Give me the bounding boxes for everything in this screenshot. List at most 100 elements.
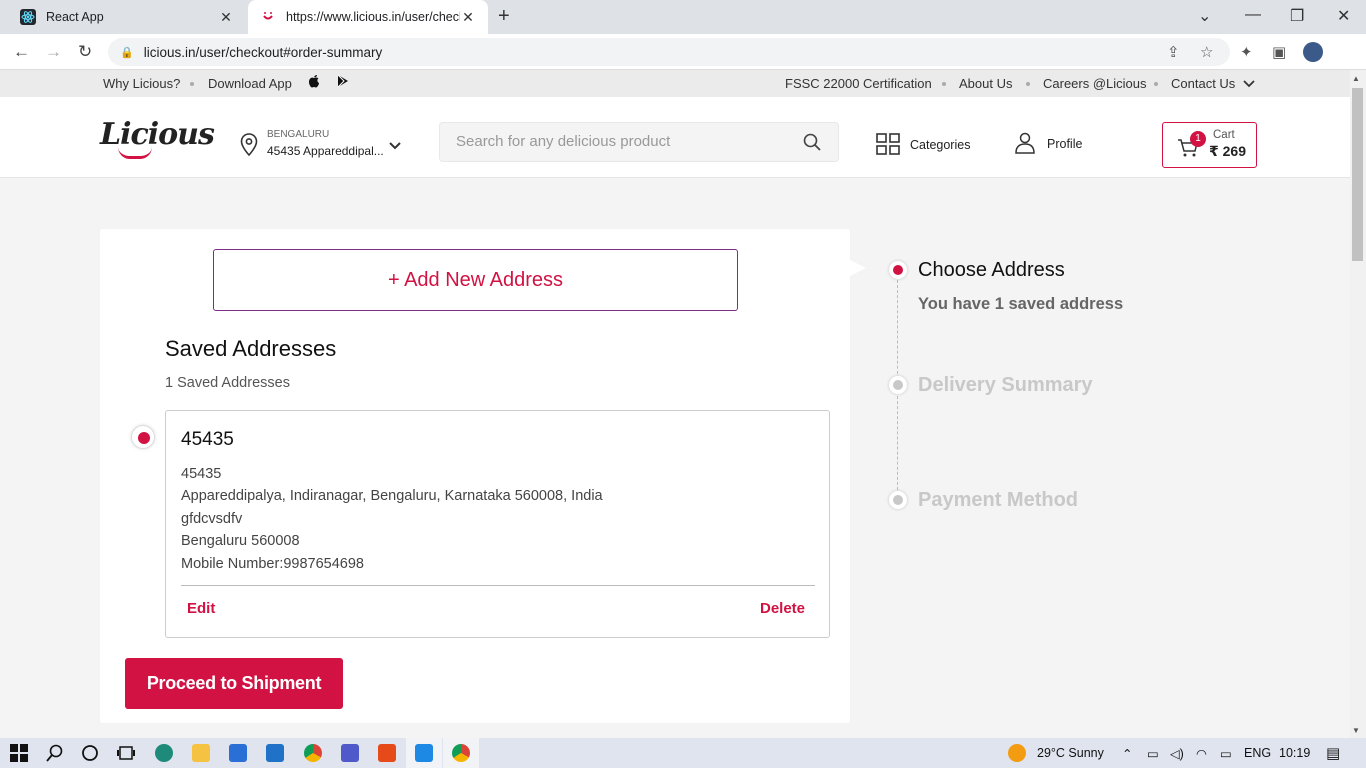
cart-count-badge: 1 <box>1190 131 1206 147</box>
chevron-up-icon[interactable]: ⌃ <box>1122 746 1132 761</box>
delete-address-button[interactable]: Delete <box>760 600 805 617</box>
meet-now-icon[interactable]: ▭ <box>1147 746 1159 761</box>
lock-icon: 🔒 <box>120 46 134 59</box>
scroll-up-icon[interactable]: ▲ <box>1352 74 1360 83</box>
licious-favicon-icon <box>260 9 276 25</box>
profile-button[interactable]: Profile <box>1047 137 1082 151</box>
volume-icon[interactable]: ◁) <box>1170 746 1184 761</box>
new-tab-icon[interactable]: + <box>498 5 510 28</box>
windows-taskbar: 29°C Sunny ⌃ ▭ ◁) ◠ ▭ ENG 10:19 ▤ <box>0 738 1366 768</box>
react-icon <box>20 9 36 25</box>
add-new-address-button[interactable]: + Add New Address <box>213 249 738 311</box>
chrome-icon[interactable] <box>304 744 322 762</box>
location-city[interactable]: BENGALURU <box>267 129 329 140</box>
teams-icon[interactable] <box>341 744 359 762</box>
share-icon[interactable]: ⇪ <box>1167 43 1180 61</box>
address-radio[interactable] <box>131 425 155 449</box>
url-text: licious.in/user/checkout#order-summary <box>143 44 383 60</box>
address-line: 45435 <box>181 466 222 482</box>
address-line: Bengaluru 560008 <box>181 533 300 549</box>
step-choose-address[interactable]: Choose Address <box>918 259 1065 282</box>
task-view-icon[interactable] <box>117 744 135 762</box>
contact-us-label: Contact Us <box>1171 76 1236 91</box>
chevron-down-icon[interactable] <box>388 141 402 151</box>
cart-button[interactable]: 1 Cart ₹ 269 <box>1162 122 1257 168</box>
windows-start-icon[interactable] <box>10 744 28 762</box>
step-delivery-summary: Delivery Summary <box>918 374 1093 396</box>
logo-smile <box>118 147 152 159</box>
address-line: Appareddipalya, Indiranagar, Bengaluru, … <box>181 488 603 504</box>
mail-icon[interactable] <box>266 744 284 762</box>
close-tab-icon[interactable]: ✕ <box>218 9 234 26</box>
clock-time[interactable]: 10:19 <box>1279 746 1310 760</box>
url-field[interactable]: 🔒 licious.in/user/checkout#order-summary <box>108 38 1230 66</box>
bookmark-star-icon[interactable]: ☆ <box>1200 43 1213 61</box>
proceed-to-shipment-button[interactable]: Proceed to Shipment <box>125 658 343 709</box>
address-mobile: Mobile Number:9987654698 <box>181 556 364 572</box>
address-line: gfdcvsdfv <box>181 511 243 527</box>
address-name: 45435 <box>181 429 234 450</box>
categories-icon[interactable] <box>876 133 900 155</box>
step-dot-delivery-summary <box>889 376 907 394</box>
saved-addresses-title: Saved Addresses <box>165 336 337 361</box>
search-icon[interactable] <box>46 744 64 762</box>
radio-selected-dot <box>138 432 150 444</box>
apple-icon[interactable] <box>308 74 320 91</box>
location-pin-icon <box>240 133 258 157</box>
saved-addresses-count: 1 Saved Addresses <box>165 375 290 391</box>
weather-icon[interactable] <box>1008 744 1026 762</box>
separator-dot <box>190 82 194 86</box>
site-header: Licious BENGALURU 45435 Appareddipal... … <box>0 97 1350 178</box>
back-icon[interactable]: ← <box>13 42 30 62</box>
battery-icon[interactable]: ▭ <box>1220 746 1232 761</box>
file-explorer-icon[interactable] <box>192 744 210 762</box>
search-input[interactable]: Search for any delicious product <box>439 122 839 162</box>
language-indicator[interactable]: ENG <box>1244 746 1271 760</box>
close-window-icon[interactable]: ✕ <box>1337 6 1350 26</box>
tab-react-app[interactable]: React App ✕ <box>8 0 246 34</box>
store-icon[interactable] <box>229 744 247 762</box>
search-icon[interactable] <box>803 133 821 151</box>
side-panel-icon[interactable]: ▣ <box>1272 43 1286 61</box>
profile-icon[interactable] <box>1014 132 1036 154</box>
chevron-down-icon <box>1243 80 1255 88</box>
address-box[interactable]: 45435 45435 Appareddipalya, Indiranagar,… <box>165 410 830 638</box>
careers-link[interactable]: Careers @Licious <box>1043 76 1147 91</box>
forward-icon[interactable]: → <box>45 42 62 62</box>
location-address[interactable]: 45435 Appareddipal... <box>267 144 384 158</box>
fssc-link[interactable]: FSSC 22000 Certification <box>785 76 932 91</box>
about-us-link[interactable]: About Us <box>959 76 1012 91</box>
cortana-icon[interactable] <box>81 744 99 762</box>
separator-dot <box>1026 82 1030 86</box>
reload-icon[interactable]: ↻ <box>78 42 92 62</box>
tab-title: https://www.licious.in/user/checkout <box>286 10 460 24</box>
site-top-strip: Why Licious? Download App FSSC 22000 Cer… <box>0 70 1350 97</box>
play-store-icon[interactable] <box>337 74 349 91</box>
office-icon[interactable] <box>378 744 396 762</box>
network-icon[interactable]: ◠ <box>1196 746 1207 761</box>
weather-text[interactable]: 29°C Sunny <box>1037 746 1104 760</box>
scroll-down-icon[interactable]: ▼ <box>1352 726 1360 735</box>
close-tab-icon[interactable]: ✕ <box>460 9 476 26</box>
why-licious-link[interactable]: Why Licious? <box>103 76 180 91</box>
categories-button[interactable]: Categories <box>910 138 970 152</box>
cart-label: Cart <box>1213 129 1235 141</box>
edit-address-button[interactable]: Edit <box>187 600 215 617</box>
notifications-icon[interactable]: ▤ <box>1326 744 1340 762</box>
tab-title: React App <box>46 10 104 24</box>
browser-tab-bar: React App ✕ https://www.licious.in/user/… <box>0 0 1366 34</box>
chrome-active-icon[interactable] <box>452 744 470 762</box>
minimize-icon[interactable]: — <box>1245 6 1261 24</box>
restore-icon[interactable]: ❐ <box>1290 6 1304 26</box>
tab-licious[interactable]: https://www.licious.in/user/checkout ✕ <box>248 0 488 34</box>
tab-search-icon[interactable]: ⌄ <box>1198 6 1211 26</box>
scrollbar-thumb[interactable] <box>1352 88 1363 261</box>
cart-total: ₹ 269 <box>1209 143 1246 159</box>
download-app-link[interactable]: Download App <box>208 76 292 91</box>
extensions-icon[interactable]: ✦ <box>1240 43 1253 61</box>
separator-dot <box>942 82 946 86</box>
edge-icon[interactable] <box>155 744 173 762</box>
contact-us-link[interactable]: Contact Us <box>1171 76 1255 91</box>
vscode-icon[interactable] <box>415 744 433 762</box>
browser-profile-avatar[interactable] <box>1303 42 1323 62</box>
